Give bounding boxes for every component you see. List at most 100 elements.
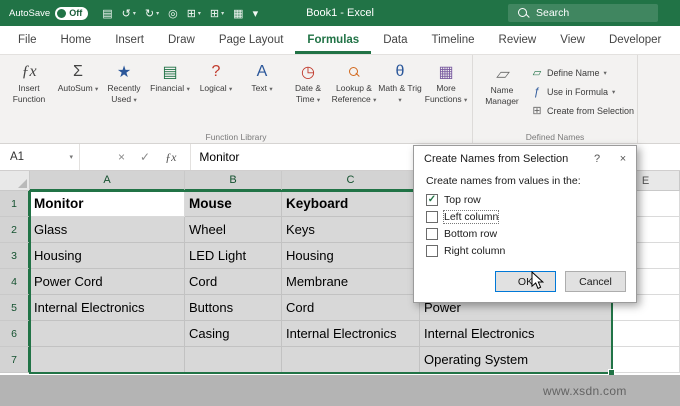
name-box[interactable]: A1 ▾ — [0, 144, 80, 170]
close-icon[interactable]: × — [610, 146, 636, 171]
ok-button[interactable]: OK — [495, 271, 556, 292]
cell-c1[interactable]: Keyboard — [282, 191, 420, 217]
ribbon-tabs: FileHomeInsertDrawPage LayoutFormulasDat… — [0, 26, 680, 55]
bottom-row-checkbox[interactable] — [426, 228, 438, 240]
row-header-6[interactable]: 6 — [0, 321, 30, 347]
help-icon[interactable]: ? — [584, 146, 610, 171]
row-header-2[interactable]: 2 — [0, 217, 30, 243]
tab-developer[interactable]: Developer — [597, 26, 673, 54]
quick-access-toolbar: ▤ ↺▾ ↻▾ ◎ ⊞▾ ⊞▾ ▦ ▾ — [102, 7, 258, 20]
cell-d6[interactable]: Internal Electronics — [420, 321, 612, 347]
recently-used-icon: ★ — [117, 61, 131, 83]
column-header-b[interactable]: B — [185, 171, 282, 191]
ribbon-logical-button[interactable]: ?Logical ▾ — [193, 57, 239, 94]
insert-table-icon[interactable]: ⊞▾ — [187, 7, 201, 20]
ribbon-lookup-reference-button[interactable]: Lookup & Reference ▾ — [331, 57, 377, 105]
cell-b3[interactable]: LED Light — [185, 243, 282, 269]
defined-names-group: ▱Name Manager ▱Define Name▾ƒUse in Formu… — [473, 55, 638, 143]
cell-a1[interactable]: Monitor — [30, 191, 185, 217]
ribbon-name-manager-button[interactable]: ▱Name Manager — [476, 59, 528, 106]
option-right-column[interactable]: Right column — [426, 242, 624, 259]
dropdown-caret-icon: ▾ — [198, 10, 201, 17]
cell-a7[interactable] — [30, 347, 185, 373]
grid-row-6: 6CasingInternal ElectronicsInternal Elec… — [0, 321, 680, 347]
search-box[interactable]: Search — [508, 4, 658, 22]
row-header-5[interactable]: 5 — [0, 295, 30, 321]
tab-page-layout[interactable]: Page Layout — [207, 26, 296, 54]
customize-quick-access-icon[interactable]: ▾ — [253, 7, 259, 20]
option-bottom-row[interactable]: Bottom row — [426, 225, 624, 242]
cell-d7[interactable]: Operating System — [420, 347, 612, 373]
row-header-1[interactable]: 1 — [0, 191, 30, 217]
cell-a5[interactable]: Internal Electronics — [30, 295, 185, 321]
option-top-row[interactable]: ✓Top row — [426, 191, 624, 208]
tab-formulas[interactable]: Formulas — [295, 26, 371, 54]
ribbon-define-name-button[interactable]: ▱Define Name▾ — [531, 63, 634, 82]
cell-c7[interactable] — [282, 347, 420, 373]
cell-c3[interactable]: Housing — [282, 243, 420, 269]
dropdown-caret-icon: ▾ — [133, 10, 136, 17]
insert-function-icon[interactable]: ƒx — [165, 150, 176, 165]
autosave-toggle[interactable]: AutoSave Off — [9, 7, 88, 20]
cell-b2[interactable]: Wheel — [185, 217, 282, 243]
cancel-button[interactable]: Cancel — [565, 271, 626, 292]
cell-e7[interactable] — [612, 347, 680, 373]
cell-b6[interactable]: Casing — [185, 321, 282, 347]
cell-c6[interactable]: Internal Electronics — [282, 321, 420, 347]
dropdown-caret-icon: ▾ — [95, 86, 98, 93]
dropdown-caret-icon: ▾ — [269, 86, 272, 93]
ribbon-insert-function-button[interactable]: ƒxInsert Function — [3, 57, 55, 104]
cell-a3[interactable]: Housing — [30, 243, 185, 269]
pen-mode-icon[interactable]: ◎ — [168, 7, 178, 20]
cell-c2[interactable]: Keys — [282, 217, 420, 243]
name-manager-icon: ▱ — [496, 63, 508, 85]
left-column-checkbox[interactable] — [426, 211, 438, 223]
tab-insert[interactable]: Insert — [103, 26, 156, 54]
cell-a2[interactable]: Glass — [30, 217, 185, 243]
tab-home[interactable]: Home — [49, 26, 104, 54]
tab-timeline[interactable]: Timeline — [419, 26, 486, 54]
tab-data[interactable]: Data — [371, 26, 419, 54]
row-header-3[interactable]: 3 — [0, 243, 30, 269]
cancel-icon[interactable]: × — [118, 150, 125, 164]
ribbon-date-time-button[interactable]: ◷Date & Time ▾ — [285, 57, 331, 105]
row-header-4[interactable]: 4 — [0, 269, 30, 295]
tab-view[interactable]: View — [548, 26, 597, 54]
option-left-column[interactable]: Left column — [426, 208, 624, 225]
ribbon-use-in-formula-button[interactable]: ƒUse in Formula▾ — [531, 82, 634, 101]
enter-icon[interactable]: ✓ — [140, 150, 150, 164]
right-column-checkbox[interactable] — [426, 245, 438, 257]
ribbon-financial-button[interactable]: ▤Financial ▾ — [147, 57, 193, 94]
tab-draw[interactable]: Draw — [156, 26, 207, 54]
cell-b5[interactable]: Buttons — [185, 295, 282, 321]
tab-review[interactable]: Review — [487, 26, 549, 54]
cell-b1[interactable]: Mouse — [185, 191, 282, 217]
column-header-a[interactable]: A — [30, 171, 185, 191]
cell-a6[interactable] — [30, 321, 185, 347]
sheet-icon[interactable]: ▦ — [233, 7, 243, 20]
cell-c5[interactable]: Cord — [282, 295, 420, 321]
ribbon-recently-used-button[interactable]: ★Recently Used ▾ — [101, 57, 147, 105]
select-all-button[interactable] — [0, 171, 30, 191]
cell-e6[interactable] — [612, 321, 680, 347]
undo-icon[interactable]: ↺▾ — [122, 7, 136, 20]
autosave-pill[interactable]: Off — [55, 7, 88, 20]
save-icon[interactable]: ▤ — [102, 7, 112, 20]
column-header-c[interactable]: C — [282, 171, 420, 191]
dropdown-caret-icon: ▾ — [612, 88, 615, 96]
pivot-table-icon[interactable]: ⊞▾ — [210, 7, 224, 20]
dropdown-caret-icon: ▾ — [464, 97, 467, 104]
ribbon-text-button[interactable]: AText ▾ — [239, 57, 285, 94]
ribbon-create-from-selection-button[interactable]: ⊞Create from Selection — [531, 101, 634, 120]
tab-file[interactable]: File — [6, 26, 49, 54]
ribbon-autosum-button[interactable]: ΣAutoSum ▾ — [55, 57, 101, 94]
cell-b7[interactable] — [185, 347, 282, 373]
redo-icon[interactable]: ↻▾ — [145, 7, 159, 20]
top-row-checkbox[interactable]: ✓ — [426, 194, 438, 206]
ribbon-math-trig-button[interactable]: θMath & Trig ▾ — [377, 57, 423, 105]
cell-a4[interactable]: Power Cord — [30, 269, 185, 295]
cell-c4[interactable]: Membrane — [282, 269, 420, 295]
ribbon-more-functions-button[interactable]: ▦More Functions ▾ — [423, 57, 469, 105]
cell-b4[interactable]: Cord — [185, 269, 282, 295]
row-header-7[interactable]: 7 — [0, 347, 30, 373]
